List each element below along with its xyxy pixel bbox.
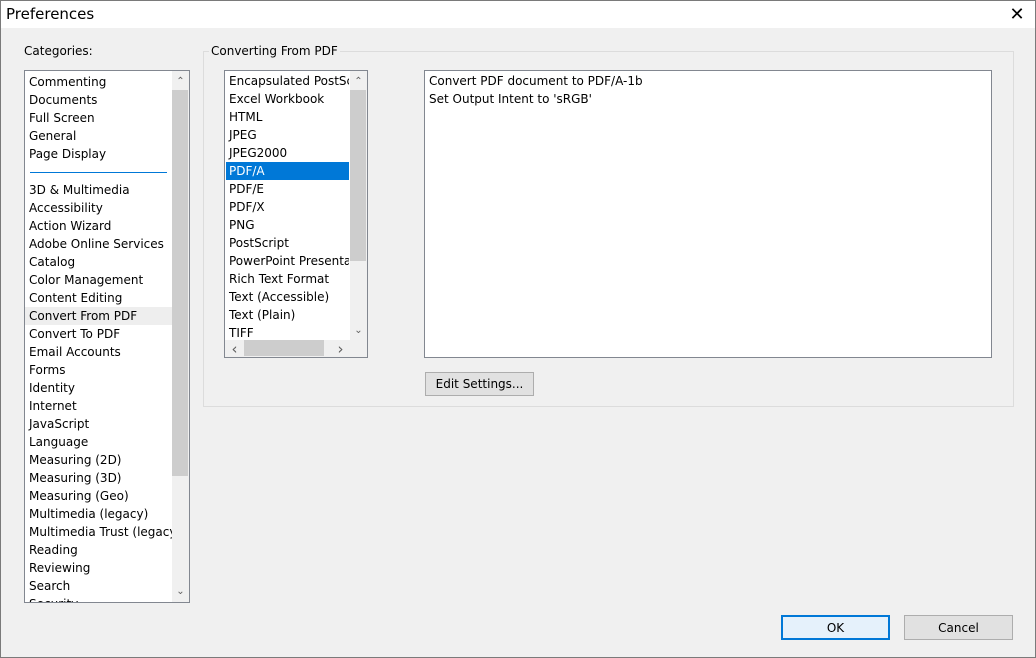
format-item[interactable]: PDF/E [226, 180, 349, 198]
format-item[interactable]: Encapsulated PostScript [226, 72, 349, 90]
category-item[interactable]: Identity [25, 379, 172, 397]
edit-settings-button[interactable]: Edit Settings... [425, 372, 534, 396]
category-item[interactable]: Accessibility [25, 199, 172, 217]
category-item[interactable]: Measuring (Geo) [25, 487, 172, 505]
categories-list[interactable]: Commenting Documents Full Screen General Pag… [24, 70, 190, 603]
category-item[interactable]: Color Management [25, 271, 172, 289]
format-vscrollbar[interactable]: ⌃ ⌄ [350, 71, 367, 340]
format-item[interactable]: PowerPoint Presentation [226, 252, 349, 270]
format-scroll-thumb[interactable] [350, 90, 366, 261]
format-item[interactable]: JPEG2000 [226, 144, 349, 162]
scroll-up-icon[interactable]: ⌃ [172, 73, 189, 90]
scroll-down-icon[interactable]: ⌄ [350, 322, 367, 339]
format-item[interactable]: Text (Plain) [226, 306, 349, 324]
categories-label: Categories: [24, 44, 93, 58]
category-item[interactable]: Email Accounts [25, 343, 172, 361]
category-item[interactable]: Search [25, 577, 172, 595]
ok-button[interactable]: OK [781, 615, 890, 640]
scroll-up-icon[interactable]: ⌃ [350, 73, 367, 90]
category-item[interactable]: Full Screen [29, 109, 171, 127]
category-item[interactable]: Documents [29, 91, 171, 109]
close-icon[interactable]: ✕ [999, 1, 1035, 28]
format-item[interactable]: PNG [226, 216, 349, 234]
preferences-dialog: Preferences ✕ Categories: Commenting Docu… [0, 0, 1036, 658]
category-item[interactable]: Catalog [25, 253, 172, 271]
setting-line: Set Output Intent to 'sRGB' [429, 92, 592, 106]
setting-line: Convert PDF document to PDF/A-1b [429, 74, 643, 88]
group-legend: Converting From PDF [209, 44, 340, 58]
categories-scrollbar[interactable]: ⌃ ⌄ [172, 71, 189, 602]
format-hscroll-thumb[interactable] [244, 340, 324, 356]
categories-scroll-thumb[interactable] [172, 90, 188, 476]
scroll-left-icon[interactable]: ‹ [226, 340, 243, 358]
category-item[interactable]: Adobe Online Services [25, 235, 172, 253]
format-item[interactable]: PostScript [226, 234, 349, 252]
window-title: Preferences [6, 5, 95, 23]
format-list[interactable]: Encapsulated PostScriptExcel WorkbookHTM… [224, 70, 368, 358]
category-item[interactable]: Convert From PDF [25, 307, 172, 325]
cancel-label: Cancel [938, 620, 979, 635]
format-item[interactable]: Excel Workbook [226, 90, 349, 108]
scroll-corner [350, 340, 367, 357]
category-item[interactable]: Forms [25, 361, 172, 379]
settings-description-box: Convert PDF document to PDF/A-1b Set Outp… [424, 70, 992, 358]
category-item[interactable]: Commenting [29, 73, 171, 91]
category-item[interactable]: Convert To PDF [25, 325, 172, 343]
category-item[interactable]: Reviewing [25, 559, 172, 577]
category-item[interactable]: JavaScript [25, 415, 172, 433]
format-item[interactable]: HTML [226, 108, 349, 126]
cancel-button[interactable]: Cancel [904, 615, 1013, 640]
category-item[interactable]: Security [25, 595, 172, 602]
scroll-down-icon[interactable]: ⌄ [172, 583, 189, 600]
format-item[interactable]: JPEG [226, 126, 349, 144]
category-item[interactable]: Measuring (3D) [25, 469, 172, 487]
category-item[interactable]: Language [25, 433, 172, 451]
format-item[interactable]: PDF/A [226, 162, 349, 180]
category-item[interactable]: Page Display [29, 145, 171, 163]
category-item[interactable]: Action Wizard [25, 217, 172, 235]
category-item[interactable]: Measuring (2D) [25, 451, 172, 469]
format-item[interactable]: Text (Accessible) [226, 288, 349, 306]
scroll-right-icon[interactable]: › [332, 340, 349, 358]
category-item[interactable]: Multimedia (legacy) [25, 505, 172, 523]
categories-divider [30, 172, 167, 173]
category-item[interactable]: Internet [25, 397, 172, 415]
category-item[interactable]: Multimedia Trust (legacy) [25, 523, 172, 541]
ok-label: OK [826, 620, 845, 635]
category-item[interactable]: General [29, 127, 171, 145]
category-item[interactable]: Content Editing [25, 289, 172, 307]
format-hscrollbar[interactable]: ‹ › [225, 340, 350, 357]
format-item[interactable]: Rich Text Format [226, 270, 349, 288]
edit-settings-label: Edit Settings... [435, 377, 524, 391]
category-item[interactable]: Reading [25, 541, 172, 559]
format-item[interactable]: PDF/X [226, 198, 349, 216]
category-item[interactable]: 3D & Multimedia [25, 181, 172, 199]
title-bar: Preferences ✕ [1, 1, 1035, 28]
